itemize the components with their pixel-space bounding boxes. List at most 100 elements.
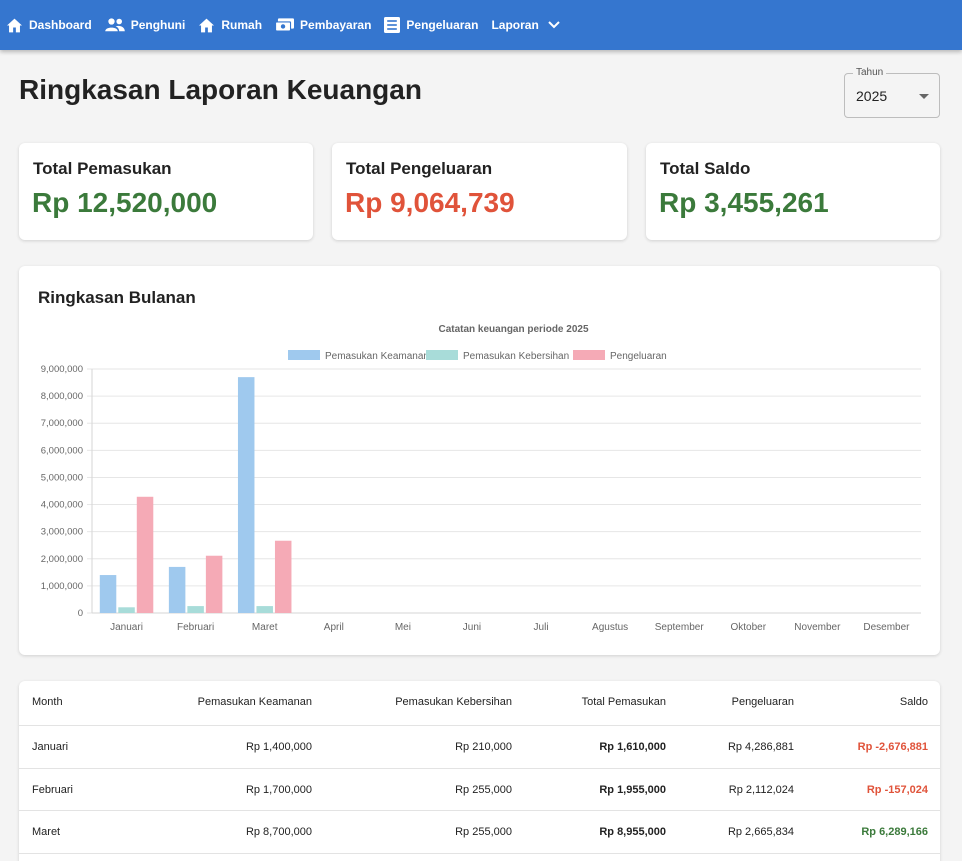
total-balance-value: Rp 3,455,261 xyxy=(659,187,829,218)
column-header: Month xyxy=(32,696,63,708)
y-tick-label: 9,000,000 xyxy=(41,364,83,375)
bar xyxy=(237,377,255,613)
legend-label: Pengeluaran xyxy=(610,351,667,362)
table-cell-kebersihan: Rp 255,000 xyxy=(455,784,512,796)
column-header: Pemasukan Keamanan xyxy=(197,696,312,708)
table-cell-month: Maret xyxy=(32,826,61,838)
nav-dashboard-label: Dashboard xyxy=(29,18,92,32)
x-tick-label: Februari xyxy=(177,622,214,633)
legend-swatch xyxy=(573,350,605,360)
y-tick-label: 2,000,000 xyxy=(41,554,83,565)
legend-swatch xyxy=(426,350,458,360)
table-cell-keamanan: Rp 1,700,000 xyxy=(245,784,312,796)
bar xyxy=(256,606,273,613)
nav-pengeluaran[interactable]: Pengeluaran xyxy=(384,0,478,50)
nav-penghuni-label: Penghuni xyxy=(130,18,186,32)
bar xyxy=(99,575,117,613)
table-header-row: Month Pemasukan Keamanan Pemasukan Kebersi… xyxy=(19,681,940,726)
x-tick-label: April xyxy=(324,622,344,633)
year-select-value: 2025 xyxy=(856,88,888,104)
legend-label: Pemasukan Kebersihan xyxy=(463,351,569,362)
total-balance-label: Total Saldo xyxy=(660,159,751,178)
legend-label: Pemasukan Keamanan xyxy=(325,351,429,362)
x-tick-label: Desember xyxy=(863,622,910,633)
nav-pembayaran-label: Pembayaran xyxy=(300,18,372,32)
nav-rumah-label: Rumah xyxy=(221,18,263,32)
x-tick-label: Juli xyxy=(534,622,549,633)
y-tick-label: 1,000,000 xyxy=(41,581,83,592)
total-income-card: Total Pemasukan Rp 12,520,000 xyxy=(19,143,313,240)
column-header: Pengeluaran xyxy=(731,696,794,708)
x-tick-label: Oktober xyxy=(731,622,767,633)
table-cell-saldo: Rp 6,289,166 xyxy=(861,826,928,838)
table-row: Februari Rp 1,700,000 Rp 255,000 Rp 1,955,0… xyxy=(19,769,940,811)
table-cell-keamanan: Rp 1,400,000 xyxy=(245,741,312,753)
top-navbar: Dashboard Penghuni Rumah Pembayaran Peng… xyxy=(0,0,962,50)
table-cell-pengeluaran: Rp 2,112,024 xyxy=(728,784,794,796)
table-cell-saldo: Rp -2,676,881 xyxy=(857,741,928,753)
home-icon xyxy=(7,18,22,32)
x-tick-label: September xyxy=(655,622,705,633)
chart-title: Catatan keuangan periode 2025 xyxy=(438,324,588,335)
bar xyxy=(205,555,223,613)
bar xyxy=(136,496,154,613)
nav-laporan-label: Laporan xyxy=(491,18,539,32)
monthly-summary-table: Month Pemasukan Keamanan Pemasukan Kebersi… xyxy=(19,681,940,861)
table-cell-total: Rp 1,955,000 xyxy=(599,784,666,796)
list-icon xyxy=(384,17,401,33)
total-expense-value: Rp 9,064,739 xyxy=(345,187,515,218)
column-header: Total Pemasukan xyxy=(581,696,666,708)
table-cell-kebersihan: Rp 210,000 xyxy=(455,741,512,753)
monthly-bar-chart: Catatan keuangan periode 2025 Pemasukan K… xyxy=(41,324,921,633)
table-cell-saldo: Rp -157,024 xyxy=(866,784,928,796)
nav-laporan[interactable]: Laporan xyxy=(491,0,560,50)
table-cell-keamanan: Rp 8,700,000 xyxy=(245,826,312,838)
total-income-label: Total Pemasukan xyxy=(33,159,172,178)
table-cell-total: Rp 8,955,000 xyxy=(599,826,666,838)
bar xyxy=(118,607,135,613)
table-cell-kebersihan: Rp 255,000 xyxy=(455,826,512,838)
table-cell-month: Januari xyxy=(32,741,69,753)
payment-icon xyxy=(275,18,295,32)
y-tick-label: 5,000,000 xyxy=(41,472,83,483)
x-tick-label: Juni xyxy=(463,622,481,633)
y-tick-label: 8,000,000 xyxy=(41,391,83,402)
table-row: Januari Rp 1,400,000 Rp 210,000 Rp 1,610,00… xyxy=(19,726,940,769)
table-row: Maret Rp 8,700,000 Rp 255,000 Rp 8,955,000 R… xyxy=(19,811,940,854)
bar xyxy=(187,606,204,613)
people-icon xyxy=(104,18,125,32)
x-tick-label: Maret xyxy=(252,622,278,633)
total-expense-card: Total Pengeluaran Rp 9,064,739 xyxy=(332,143,627,240)
column-header: Pemasukan Kebersihan xyxy=(395,696,512,708)
bar xyxy=(274,540,292,613)
legend-swatch xyxy=(288,350,320,360)
total-balance-card: Total Saldo Rp 3,455,261 xyxy=(646,143,940,240)
year-select-label: Tahun xyxy=(853,67,887,78)
x-tick-label: Januari xyxy=(110,622,143,633)
caret-down-icon xyxy=(919,94,929,99)
y-tick-label: 0 xyxy=(78,608,83,619)
y-tick-label: 4,000,000 xyxy=(41,500,83,511)
column-header: Saldo xyxy=(899,696,928,708)
y-tick-label: 6,000,000 xyxy=(41,445,83,456)
total-income-value: Rp 12,520,000 xyxy=(32,187,218,218)
x-tick-label: Mei xyxy=(395,622,411,633)
page-title: Ringkasan Laporan Keuangan xyxy=(19,74,422,105)
nav-pembayaran[interactable]: Pembayaran xyxy=(275,0,371,50)
table-cell-pengeluaran: Rp 4,286,881 xyxy=(727,741,794,753)
x-tick-label: Agustus xyxy=(592,622,628,633)
monthly-summary-card: Ringkasan Bulanan Catatan keuangan perio… xyxy=(19,266,940,655)
nav-penghuni[interactable]: Penghuni xyxy=(104,0,186,50)
nav-pengeluaran-label: Pengeluaran xyxy=(406,18,479,32)
nav-dashboard[interactable]: Dashboard xyxy=(6,0,92,50)
y-tick-label: 3,000,000 xyxy=(41,527,83,538)
x-tick-label: November xyxy=(794,622,841,633)
home-icon xyxy=(199,18,215,32)
table-cell-pengeluaran: Rp 2,665,834 xyxy=(727,826,794,838)
table-cell-month: Februari xyxy=(32,784,73,796)
y-tick-label: 7,000,000 xyxy=(41,418,83,429)
nav-rumah[interactable]: Rumah xyxy=(198,0,262,50)
year-select[interactable]: Tahun 2025 xyxy=(844,67,940,118)
table-cell-total: Rp 1,610,000 xyxy=(599,741,666,753)
bar xyxy=(168,566,186,613)
